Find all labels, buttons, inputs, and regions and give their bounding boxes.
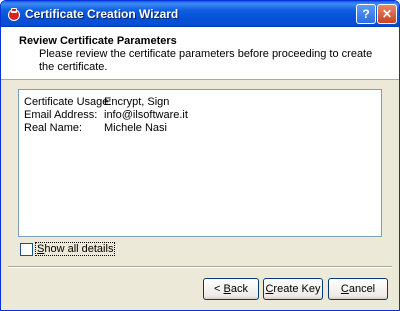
parameter-label: Real Name: [24, 122, 83, 134]
parameter-label: Certificate Usage: [24, 96, 112, 108]
parameter-value: Michele Nasi [104, 122, 167, 134]
certificate-app-icon [7, 7, 21, 21]
cancel-button[interactable]: Cancel [328, 278, 388, 300]
page-title: Review Certificate Parameters [19, 35, 177, 47]
back-button[interactable]: < Back [203, 278, 259, 300]
button-separator [8, 266, 392, 268]
title-bar[interactable]: Certificate Creation Wizard ? ✕ [1, 1, 399, 27]
parameter-label: Email Address: [24, 109, 98, 121]
page-description: Please review the certificate parameters… [39, 48, 373, 73]
close-icon: ✕ [381, 7, 393, 21]
parameter-value: Encrypt, Sign [104, 96, 170, 108]
wizard-header: Review Certificate Parameters Please rev… [1, 27, 399, 80]
create-key-button[interactable]: Create Key [263, 278, 323, 300]
help-icon: ? [362, 7, 370, 21]
show-all-details-label[interactable]: Show all details [35, 242, 116, 256]
close-button[interactable]: ✕ [377, 4, 397, 24]
show-all-details-checkbox[interactable] [20, 243, 33, 256]
help-button[interactable]: ? [356, 4, 376, 24]
wizard-window: Certificate Creation Wizard ? ✕ Review C… [0, 0, 400, 311]
parameter-value: info@ilsoftware.it [104, 109, 188, 121]
parameters-list[interactable]: Certificate Usage: Encrypt, Sign Email A… [18, 89, 382, 237]
window-title: Certificate Creation Wizard [25, 7, 179, 21]
